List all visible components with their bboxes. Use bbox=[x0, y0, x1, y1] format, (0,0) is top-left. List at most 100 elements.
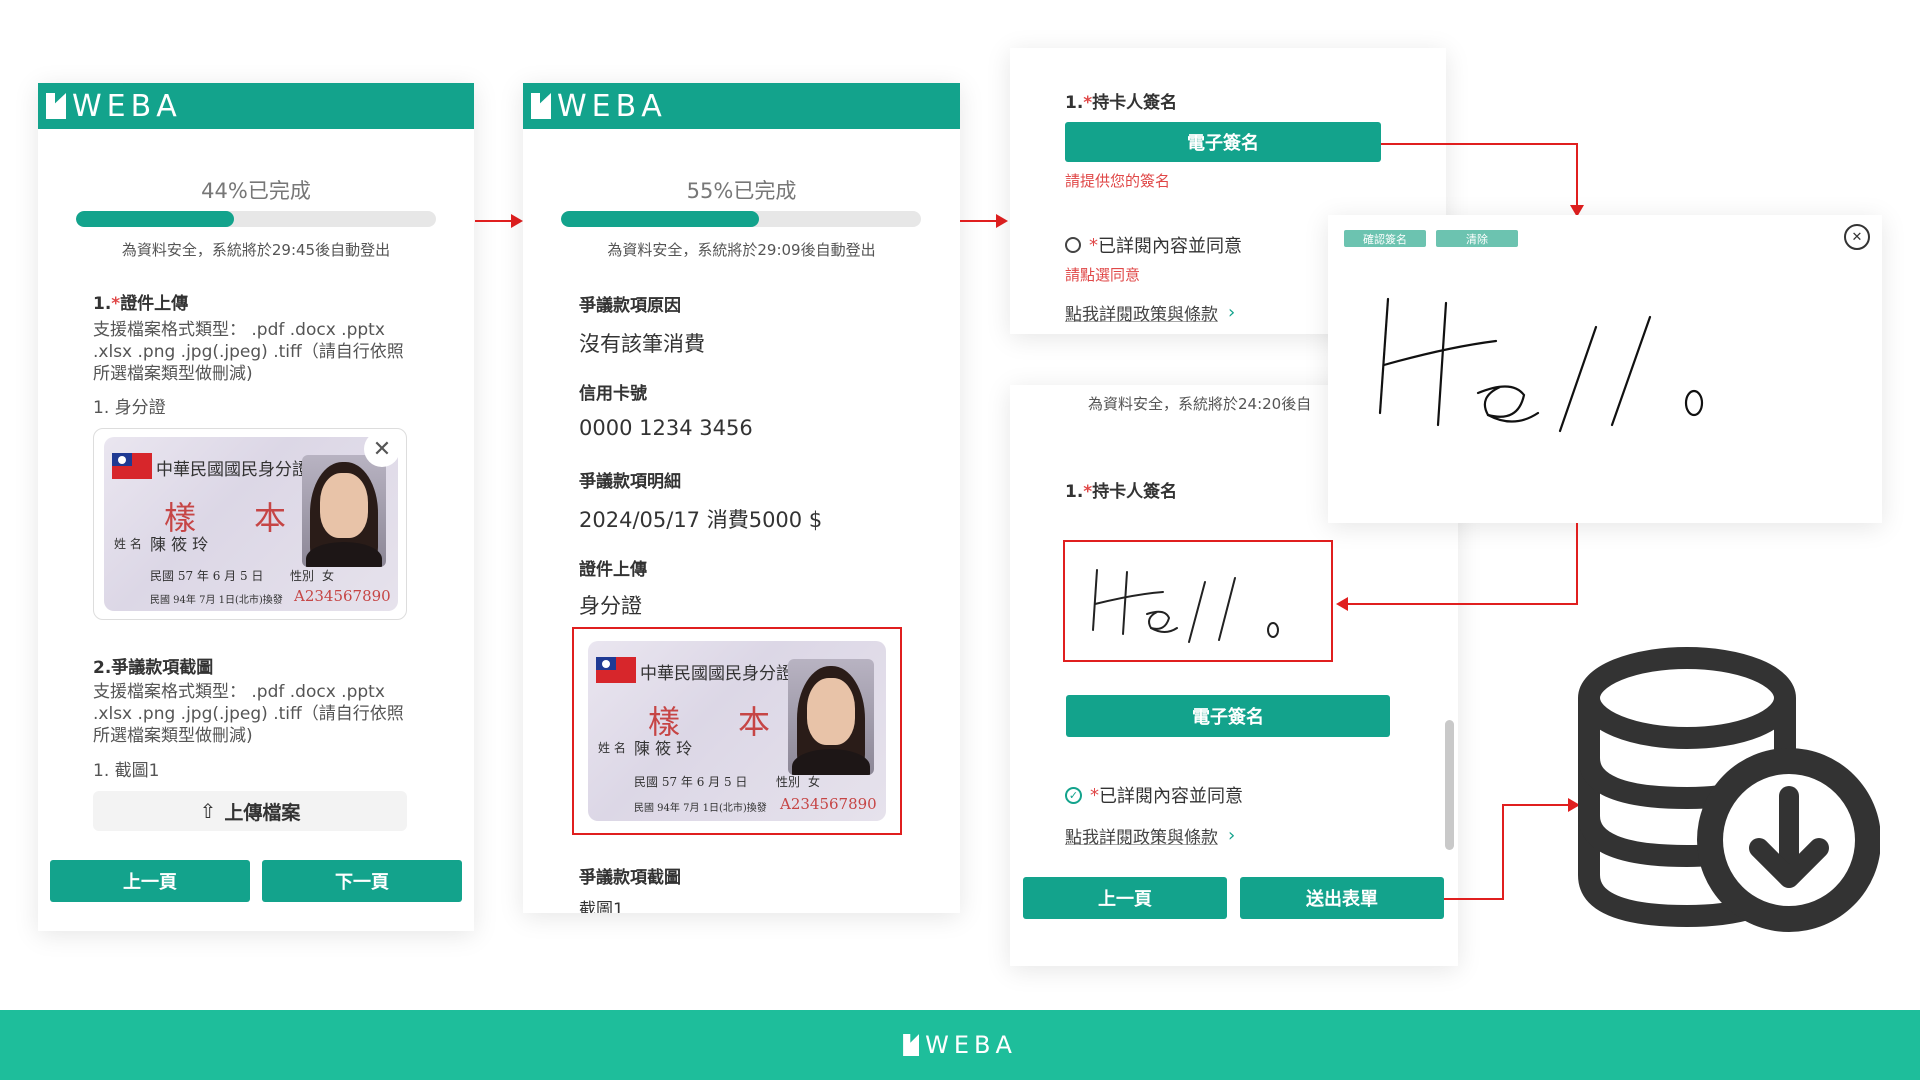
file-type-help: 支援檔案格式類型： .pdf .docx .pptx .xlsx .png .j… bbox=[93, 681, 423, 747]
field-value: 2024/05/17 消費5000 $ bbox=[579, 508, 823, 532]
signature-preview-box bbox=[1063, 540, 1333, 662]
progress-bar-fill bbox=[561, 211, 759, 227]
id-name-label: 姓 名 bbox=[598, 741, 626, 755]
file-type-help: 支援檔案格式類型： .pdf .docx .pptx .xlsx .png .j… bbox=[93, 319, 423, 385]
e-signature-button[interactable]: 電子簽名 bbox=[1066, 695, 1390, 737]
id-photo bbox=[302, 455, 386, 567]
session-timeout-notice: 為資料安全，系統將於29:09後自動登出 bbox=[607, 241, 876, 259]
flow-arrow bbox=[1444, 898, 1504, 900]
help-line: 所選檔案類型做刪減) bbox=[93, 364, 253, 384]
id-issue-value: 民國 94年 7月 1日(北市)換發 bbox=[634, 803, 767, 814]
weba-logo: WEBA bbox=[46, 89, 182, 124]
agree-checkbox-row[interactable]: * 已詳閱內容並同意 bbox=[1065, 232, 1242, 258]
weba-logo-mark bbox=[46, 93, 66, 119]
chevron-right-icon: › bbox=[1228, 302, 1236, 323]
session-timeout-notice: 為資料安全，系統將於29:45後自動登出 bbox=[121, 241, 391, 259]
id-birth-value: 民國 57 年 6 月 5 日 bbox=[634, 775, 748, 789]
required-mark: * bbox=[1083, 93, 1093, 113]
id-photo bbox=[788, 659, 874, 775]
uploaded-file-preview[interactable]: 中華民國國民身分證 樣 本 姓 名 陳 筱 玲 民國 57 年 6 月 5 日 … bbox=[93, 428, 407, 620]
form-step-44-panel: WEBA 44%已完成 為資料安全，系統將於29:45後自動登出 1.*證件上傳… bbox=[38, 83, 474, 931]
weba-logo-mark bbox=[903, 1034, 920, 1056]
progress-bar bbox=[561, 211, 921, 227]
field-value: 截圖1 bbox=[579, 900, 624, 913]
signature-canvas[interactable] bbox=[1328, 255, 1882, 515]
id-card-image: 中華民國國民身分證 樣 本 姓 名 陳 筱 玲 民國 57 年 6 月 5 日 … bbox=[588, 641, 886, 821]
signature-preview-image bbox=[1092, 569, 1279, 643]
help-line: 所選檔案類型做刪減) bbox=[93, 726, 253, 746]
weba-logo-text: WEBA bbox=[557, 88, 667, 124]
required-mark: * bbox=[1083, 482, 1093, 502]
question-number: 1. bbox=[1065, 93, 1084, 113]
agree-label: 已詳閱內容並同意 bbox=[1099, 786, 1243, 807]
agree-checkbox-row[interactable]: ✓ * 已詳閱內容並同意 bbox=[1065, 782, 1243, 808]
flow-arrow bbox=[1381, 143, 1577, 145]
question-text: 證件上傳 bbox=[120, 294, 189, 314]
question-text: 持卡人簽名 bbox=[1092, 93, 1178, 113]
id-birth-value: 民國 57 年 6 月 5 日 bbox=[150, 569, 264, 583]
flag-icon bbox=[596, 657, 636, 683]
id-name-label: 姓 名 bbox=[114, 537, 142, 551]
agree-error: 請點選同意 bbox=[1065, 266, 1141, 284]
flow-arrow bbox=[1502, 804, 1504, 900]
id-sex-label: 性別 bbox=[776, 775, 801, 789]
weba-logo: WEBA bbox=[531, 89, 667, 124]
question-title: 2.爭議款項截圖 bbox=[93, 658, 214, 678]
id-card-highlight-box: 中華民國國民身分證 樣 本 姓 名 陳 筱 玲 民國 57 年 6 月 5 日 … bbox=[572, 627, 902, 835]
id-card-title: 中華民國國民身分證 bbox=[156, 460, 309, 480]
required-mark: * bbox=[1090, 784, 1099, 806]
form-review-55-panel: WEBA 55%已完成 為資料安全，系統將於29:09後自動登出 爭議款項原因 … bbox=[523, 83, 960, 913]
question-number: 1. bbox=[93, 294, 112, 314]
submit-form-button[interactable]: 送出表單 bbox=[1240, 877, 1444, 919]
close-icon[interactable]: ✕ bbox=[1844, 224, 1870, 250]
flag-icon bbox=[112, 453, 152, 479]
policy-link[interactable]: 點我詳閱政策與條款 bbox=[1065, 823, 1218, 848]
session-timeout-notice: 為資料安全，系統將於24:20後自 bbox=[1088, 395, 1312, 413]
agree-radio[interactable] bbox=[1065, 237, 1081, 253]
flow-arrow bbox=[1502, 804, 1570, 806]
close-icon[interactable]: ✕ bbox=[364, 431, 400, 467]
id-sex-label: 性別 bbox=[290, 569, 315, 583]
upload-file-button[interactable]: ⇧ 上傳檔案 bbox=[93, 791, 407, 831]
sample-stamp: 本 bbox=[254, 499, 287, 537]
policy-link-row[interactable]: 點我詳閱政策與條款 › bbox=[1065, 823, 1235, 848]
check-circle-icon[interactable]: ✓ bbox=[1065, 786, 1082, 804]
id-issue-value: 民國 94年 7月 1日(北市)換發 bbox=[150, 595, 283, 606]
flow-arrow bbox=[475, 220, 513, 222]
id-sex-value: 女 bbox=[322, 569, 335, 583]
footer-logo: WEBA bbox=[903, 1031, 1017, 1059]
progress-bar bbox=[76, 211, 436, 227]
flow-arrow-head bbox=[1336, 597, 1348, 611]
policy-link-row[interactable]: 點我詳閱政策與條款 › bbox=[1065, 300, 1235, 325]
help-line: .xlsx .png .jpg(.jpeg) .tiff（請自行依照 bbox=[93, 704, 404, 724]
progress-label: 44%已完成 bbox=[201, 179, 311, 203]
app-header: WEBA bbox=[523, 83, 960, 129]
field-label: 爭議款項截圖 bbox=[579, 868, 681, 888]
upload-button-label: 上傳檔案 bbox=[224, 801, 301, 824]
prev-page-button[interactable]: 上一頁 bbox=[1023, 877, 1227, 919]
required-mark: * bbox=[1089, 234, 1098, 256]
upload-item-label: 1. 截圖1 bbox=[93, 761, 160, 781]
progress-label: 55%已完成 bbox=[686, 179, 797, 203]
question-title: 1.*證件上傳 bbox=[93, 289, 188, 314]
confirm-signature-button[interactable]: 確認簽名 bbox=[1344, 230, 1426, 247]
field-value: 身分證 bbox=[579, 594, 642, 618]
question-number: 1. bbox=[1065, 482, 1084, 502]
field-label: 信用卡號 bbox=[579, 384, 647, 404]
flow-arrow bbox=[960, 220, 998, 222]
flow-arrow bbox=[1348, 603, 1578, 605]
signature-error: 請提供您的簽名 bbox=[1065, 172, 1171, 190]
footer-bar: WEBA bbox=[0, 1010, 1920, 1080]
clear-signature-button[interactable]: 清除 bbox=[1436, 230, 1518, 247]
policy-link[interactable]: 點我詳閱政策與條款 bbox=[1065, 300, 1218, 325]
e-signature-button[interactable]: 電子簽名 bbox=[1065, 122, 1381, 162]
id-sex-value: 女 bbox=[808, 775, 821, 789]
scrollbar[interactable] bbox=[1445, 720, 1454, 850]
prev-page-button[interactable]: 上一頁 bbox=[50, 860, 250, 902]
agree-label: 已詳閱內容並同意 bbox=[1098, 236, 1242, 257]
weba-logo-text: WEBA bbox=[925, 1031, 1017, 1059]
next-page-button[interactable]: 下一頁 bbox=[262, 860, 462, 902]
id-card-title: 中華民國國民身分證 bbox=[640, 664, 793, 684]
required-mark: * bbox=[111, 294, 121, 314]
help-line: .xlsx .png .jpg(.jpeg) .tiff（請自行依照 bbox=[93, 342, 404, 362]
